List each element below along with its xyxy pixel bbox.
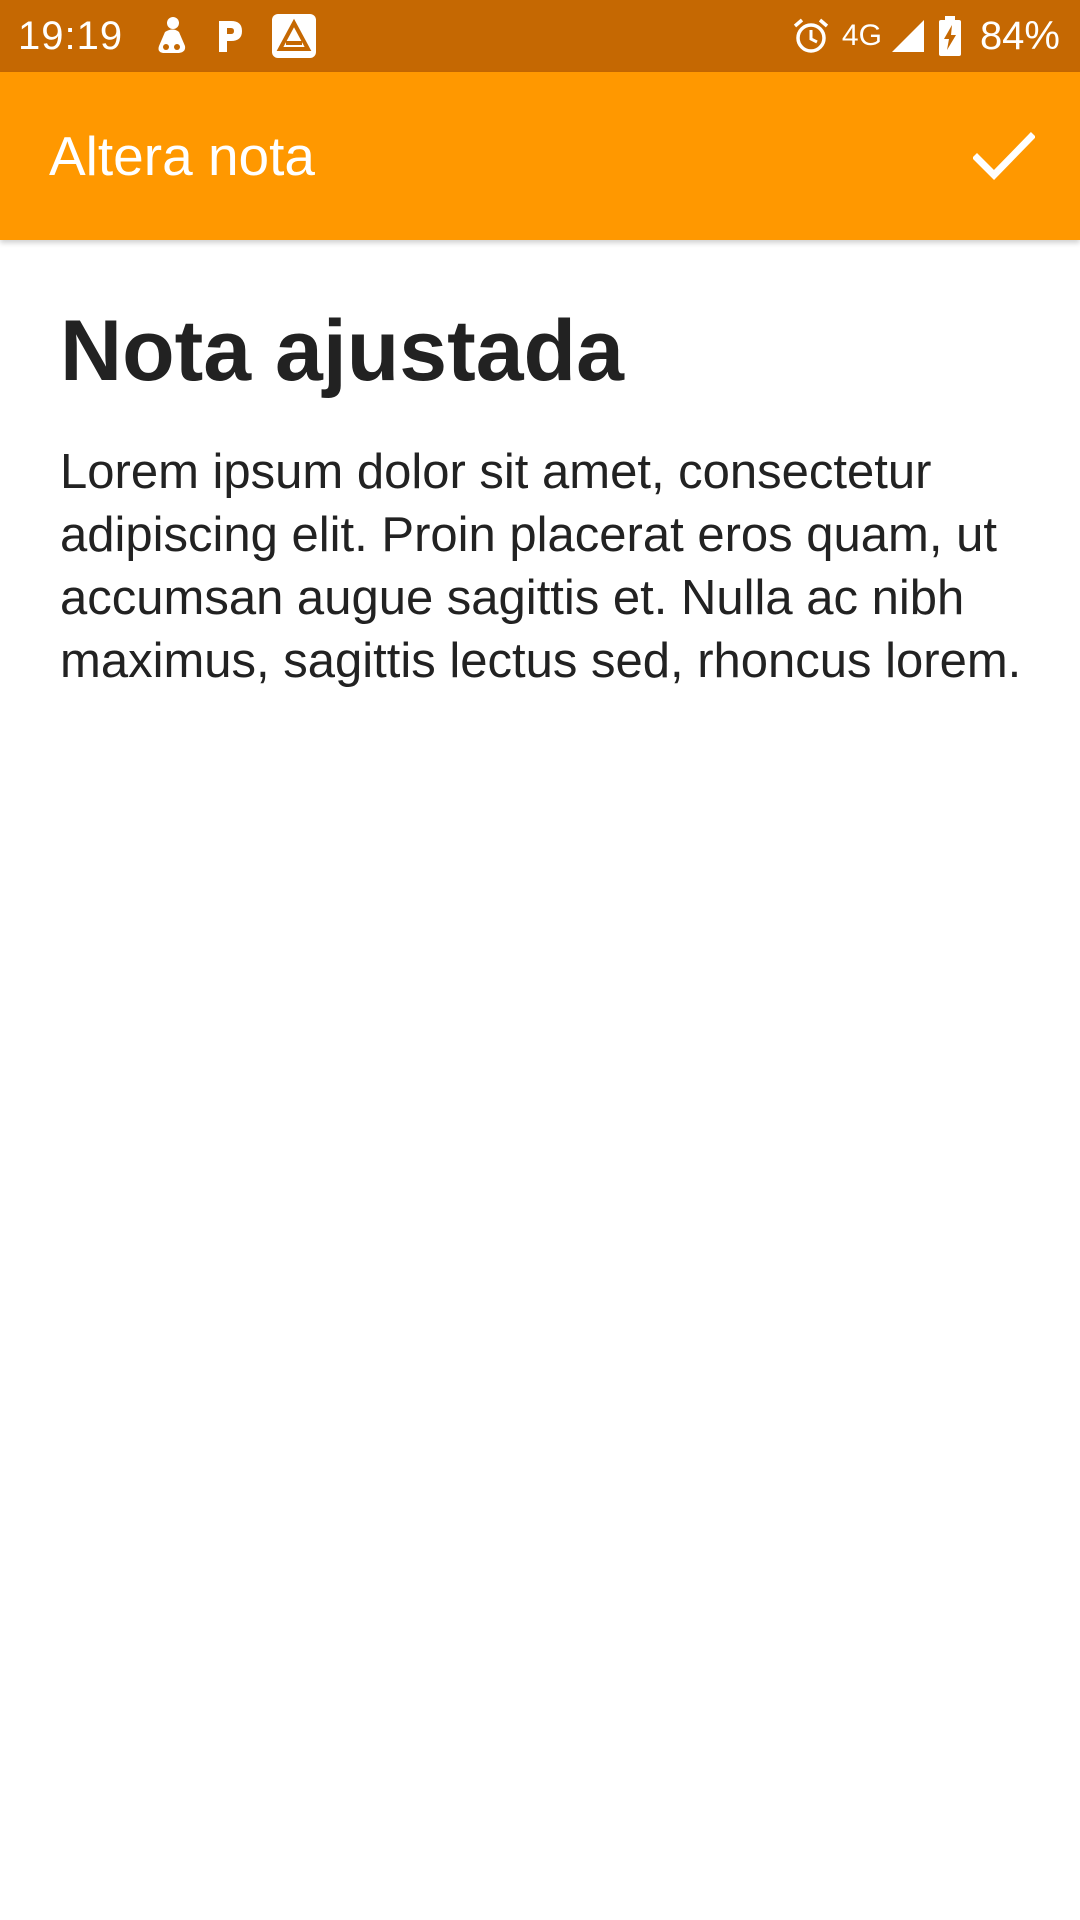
status-bar: 19:19 4G 84% <box>0 0 1080 72</box>
app-bar: Altera nota <box>0 72 1080 240</box>
note-body[interactable]: Lorem ipsum dolor sit amet, consectetur … <box>60 441 1030 693</box>
status-left: 19:19 <box>18 13 343 59</box>
parking-icon <box>215 17 245 55</box>
note-title[interactable]: Nota ajustada <box>60 300 1030 403</box>
app-a-icon <box>271 13 317 59</box>
check-icon <box>973 132 1035 180</box>
page-title: Altera nota <box>49 125 316 187</box>
note-content: Nota ajustada Lorem ipsum dolor sit amet… <box>60 300 1030 693</box>
status-right: 4G 84% <box>792 14 1060 59</box>
battery-charging-icon <box>938 16 962 56</box>
network-label: 4G <box>841 19 882 52</box>
status-time: 19:19 <box>18 13 124 58</box>
alarm-icon <box>792 17 830 55</box>
battery-percentage: 84% <box>979 13 1060 58</box>
save-button[interactable] <box>964 116 1044 196</box>
notification-app-icon <box>155 16 189 56</box>
signal-icon <box>890 18 926 54</box>
